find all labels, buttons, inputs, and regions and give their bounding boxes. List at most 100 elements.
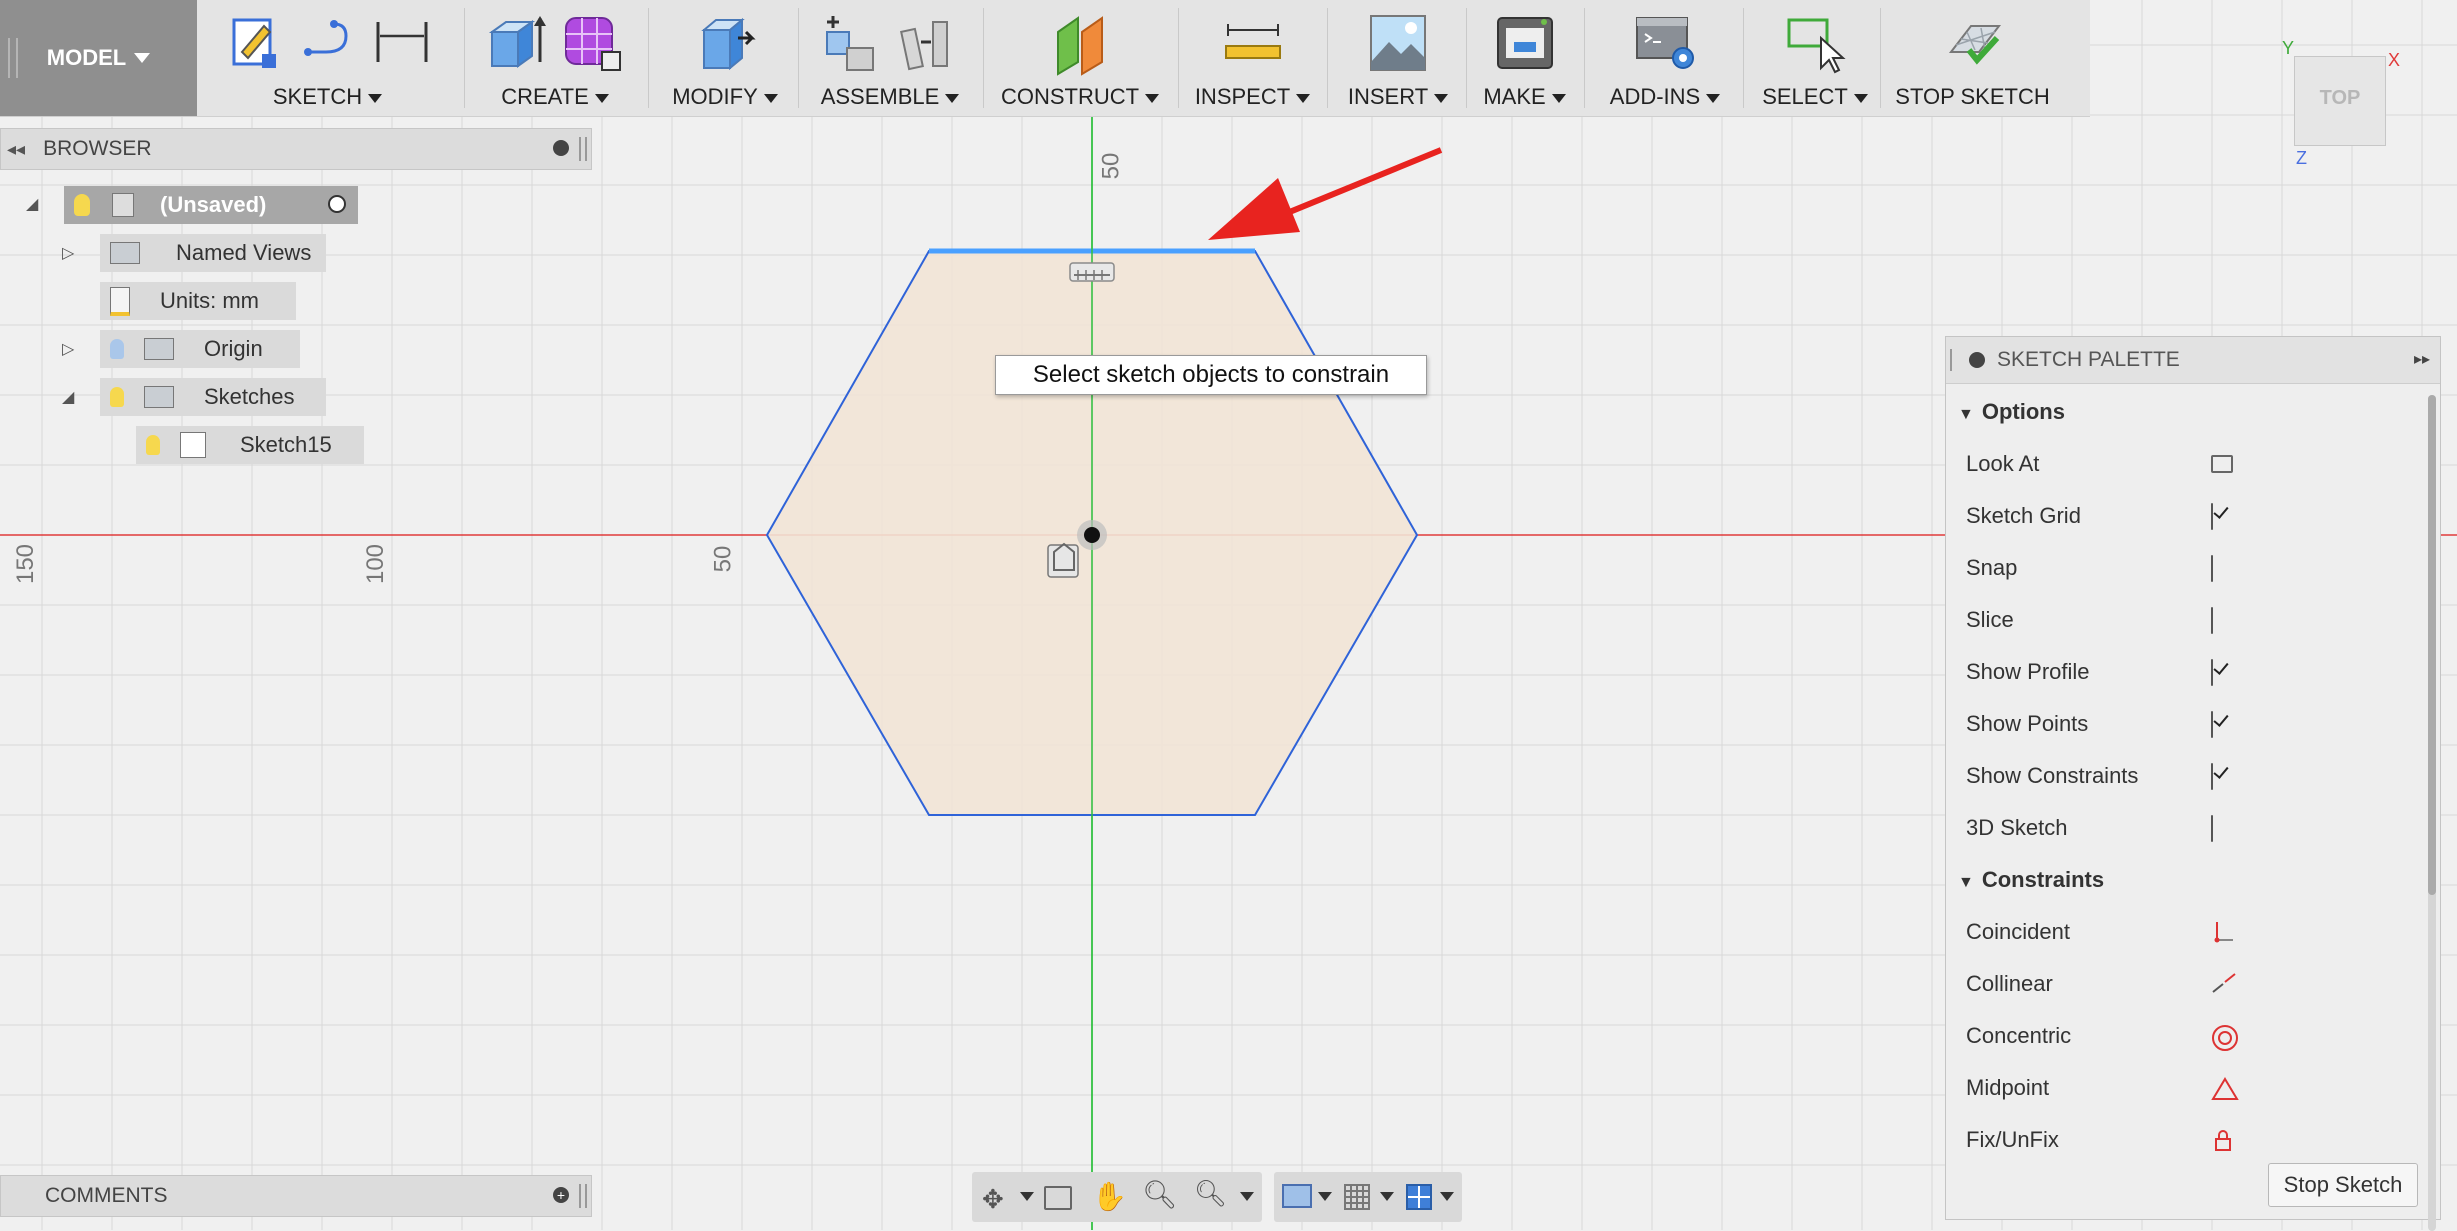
show-profile-checkbox[interactable] (2211, 659, 2213, 686)
option-slice[interactable]: Slice (1966, 600, 2386, 640)
constraint-coincident[interactable]: Coincident (1966, 912, 2386, 952)
constraint-concentric[interactable]: Concentric (1966, 1016, 2386, 1056)
option-sketch-grid[interactable]: Sketch Grid (1966, 496, 2386, 536)
fix-constraint-icon[interactable] (1047, 542, 1079, 578)
comments-header[interactable]: COMMENTS + (0, 1175, 592, 1217)
collapse-left-icon[interactable]: ◂◂ (7, 139, 25, 160)
option-3d-sketch[interactable]: 3D Sketch (1966, 808, 2386, 848)
view-cube[interactable]: TOP (2294, 56, 2386, 146)
panel-grip-icon[interactable] (579, 1184, 587, 1208)
orbit-icon[interactable]: ✥ (982, 1184, 1004, 1215)
construct-menu[interactable]: CONSTRUCT (990, 0, 1170, 116)
panel-grip-icon[interactable] (1950, 349, 1955, 371)
assemble-menu[interactable]: ASSEMBLE (805, 0, 975, 116)
browser-item-units[interactable]: Units: mm (100, 282, 296, 320)
fix-unfix-icon[interactable] (2211, 1128, 2235, 1152)
toolbar-grip-icon[interactable] (8, 38, 18, 78)
new-component-icon[interactable] (821, 12, 883, 74)
palette-scrollbar-thumb[interactable] (2428, 395, 2436, 895)
constraints-section-header[interactable]: ▼ Constraints (1958, 867, 2104, 893)
constraint-collinear[interactable]: Collinear (1966, 964, 2386, 1004)
collinear-icon[interactable] (2211, 972, 2236, 996)
form-icon[interactable] (562, 12, 624, 72)
viewports-icon[interactable] (1406, 1184, 1432, 1210)
browser-root-item[interactable]: (Unsaved) (64, 186, 358, 224)
panel-grip-icon[interactable] (579, 137, 587, 161)
coincident-icon[interactable] (2211, 920, 2235, 944)
expanded-triangle-icon[interactable]: ◢ (62, 387, 74, 407)
stop-sketch-icon[interactable] (1941, 12, 2005, 74)
extrude-icon[interactable] (486, 12, 548, 72)
pan-hand-icon[interactable]: ✋ (1092, 1180, 1127, 1213)
minimize-icon[interactable] (553, 140, 569, 156)
browser-item-sketch15[interactable]: Sketch15 (136, 426, 364, 464)
3d-print-icon[interactable] (1494, 12, 1556, 74)
constraint-midpoint[interactable]: Midpoint (1966, 1068, 2386, 1108)
options-section-header[interactable]: ▼ Options (1958, 399, 2065, 425)
origin-center-point[interactable] (1077, 520, 1107, 550)
minimize-icon[interactable] (1969, 352, 1985, 368)
lightbulb-icon[interactable] (110, 387, 124, 407)
look-at-icon[interactable] (2211, 452, 2235, 476)
lightbulb-icon[interactable] (74, 194, 90, 216)
palette-scrollbar[interactable] (2428, 395, 2436, 1231)
collapsed-triangle-icon[interactable]: ▷ (62, 243, 74, 263)
modify-menu[interactable]: MODIFY (655, 0, 795, 116)
stop-sketch-toolbar-button[interactable]: STOP SKETCH (1885, 0, 2060, 116)
expanded-triangle-icon[interactable]: ◢ (26, 194, 38, 214)
snap-checkbox[interactable] (2211, 555, 2213, 582)
option-look-at[interactable]: Look At (1966, 444, 2386, 484)
concentric-icon[interactable] (2211, 1024, 2238, 1051)
horizontal-constraint-icon[interactable] (1069, 262, 1115, 282)
zoom-icon[interactable]: 🔍︎ (1142, 1178, 1178, 1211)
browser-header[interactable]: ◂◂ BROWSER (0, 128, 592, 170)
active-radio-icon[interactable] (328, 195, 346, 213)
midpoint-icon[interactable] (2211, 1076, 2239, 1100)
sketch-menu[interactable]: SKETCH (205, 0, 450, 116)
expand-right-icon[interactable]: ▸▸ (2414, 349, 2430, 369)
dimension-icon[interactable] (372, 12, 432, 72)
browser-item-sketches[interactable]: Sketches (100, 378, 326, 416)
scripts-icon[interactable] (1633, 12, 1697, 74)
option-show-points[interactable]: Show Points (1966, 704, 2386, 744)
offset-plane-icon[interactable] (1048, 12, 1112, 76)
workspace-switcher-button[interactable]: MODEL (0, 0, 197, 116)
chevron-down-icon[interactable] (1240, 1192, 1254, 1201)
show-points-checkbox[interactable] (2211, 711, 2213, 738)
browser-item-named-views[interactable]: Named Views (100, 234, 326, 272)
chevron-down-icon[interactable] (1020, 1192, 1034, 1201)
constraint-fix-unfix[interactable]: Fix/UnFix (1966, 1120, 2386, 1160)
press-pull-icon[interactable] (694, 12, 756, 72)
create-sketch-icon[interactable] (224, 12, 284, 72)
chevron-down-icon[interactable] (1380, 1192, 1394, 1201)
display-settings-icon[interactable] (1282, 1184, 1312, 1208)
joint-icon[interactable] (897, 12, 959, 74)
3d-sketch-checkbox[interactable] (2211, 815, 2213, 842)
sketch-palette-header[interactable]: SKETCH PALETTE ▸▸ (1946, 337, 2440, 384)
look-at-icon[interactable] (1044, 1186, 1072, 1210)
measure-icon[interactable] (1222, 12, 1284, 72)
insert-image-icon[interactable] (1367, 12, 1429, 74)
inspect-menu[interactable]: INSPECT (1185, 0, 1320, 116)
make-menu[interactable]: MAKE (1472, 0, 1577, 116)
option-show-profile[interactable]: Show Profile (1966, 652, 2386, 692)
arc-icon[interactable] (298, 12, 358, 72)
show-constraints-checkbox[interactable] (2211, 763, 2213, 790)
browser-item-origin[interactable]: Origin (100, 330, 300, 368)
add-comment-icon[interactable]: + (553, 1187, 569, 1203)
sketch-grid-checkbox[interactable] (2211, 503, 2213, 530)
stop-sketch-button[interactable]: Stop Sketch (2268, 1163, 2418, 1207)
option-snap[interactable]: Snap (1966, 548, 2386, 588)
lightbulb-icon[interactable] (146, 435, 160, 455)
add-ins-menu[interactable]: ADD-INS (1590, 0, 1740, 116)
option-show-constraints[interactable]: Show Constraints (1966, 756, 2386, 796)
create-menu[interactable]: CREATE (470, 0, 640, 116)
collapsed-triangle-icon[interactable]: ▷ (62, 339, 74, 359)
grid-settings-icon[interactable] (1344, 1184, 1370, 1210)
lightbulb-icon[interactable] (110, 339, 124, 359)
zoom-window-icon[interactable]: 🔍︎ (1194, 1178, 1227, 1209)
chevron-down-icon[interactable] (1440, 1192, 1454, 1201)
select-icon[interactable] (1783, 12, 1847, 74)
insert-menu[interactable]: INSERT (1333, 0, 1463, 116)
slice-checkbox[interactable] (2211, 607, 2213, 634)
